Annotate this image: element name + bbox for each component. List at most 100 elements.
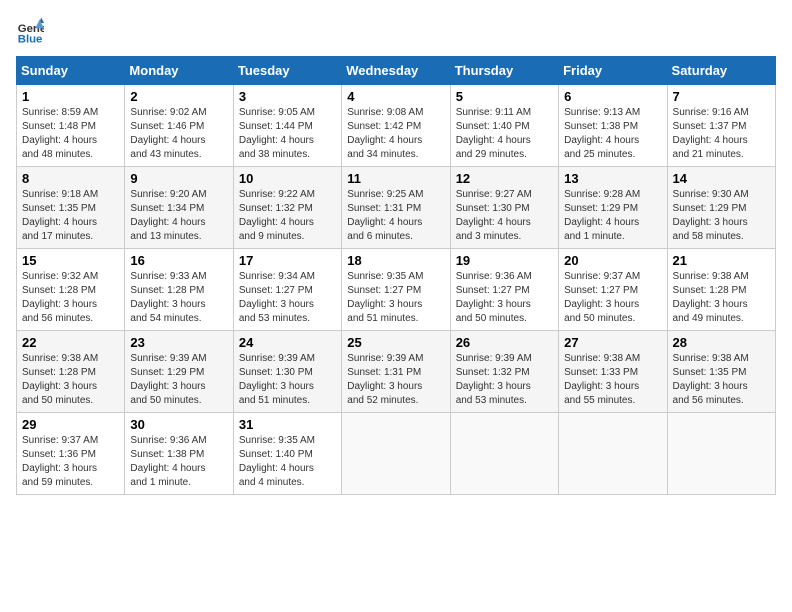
day-info: Sunrise: 9:35 AMSunset: 1:40 PMDaylight:… xyxy=(239,434,336,490)
day-of-week-header: Tuesday xyxy=(233,57,341,85)
day-number: 14 xyxy=(673,171,770,186)
calendar-body: 1Sunrise: 8:59 AMSunset: 1:48 PMDaylight… xyxy=(17,85,776,495)
day-info: Sunrise: 9:28 AMSunset: 1:29 PMDaylight:… xyxy=(564,188,661,244)
day-info: Sunrise: 9:39 AMSunset: 1:29 PMDaylight:… xyxy=(130,352,227,408)
day-info: Sunrise: 9:39 AMSunset: 1:31 PMDaylight:… xyxy=(347,352,444,408)
day-number: 21 xyxy=(673,253,770,268)
calendar-day-cell: 20 Sunrise: 9:37 AMSunset: 1:27 PMDayligh… xyxy=(559,249,667,331)
day-info: Sunrise: 9:38 AMSunset: 1:28 PMDaylight:… xyxy=(22,352,119,408)
day-number: 29 xyxy=(22,417,119,432)
calendar-day-cell: 10 Sunrise: 9:22 AMSunset: 1:32 PMDayligh… xyxy=(233,167,341,249)
day-of-week-header: Saturday xyxy=(667,57,775,85)
day-number: 22 xyxy=(22,335,119,350)
calendar-day-cell: 29 Sunrise: 9:37 AMSunset: 1:36 PMDayligh… xyxy=(17,413,125,495)
day-info: Sunrise: 9:36 AMSunset: 1:38 PMDaylight:… xyxy=(130,434,227,490)
calendar-day-cell: 9 Sunrise: 9:20 AMSunset: 1:34 PMDaylight… xyxy=(125,167,233,249)
day-number: 8 xyxy=(22,171,119,186)
day-info: Sunrise: 9:38 AMSunset: 1:33 PMDaylight:… xyxy=(564,352,661,408)
day-info: Sunrise: 9:08 AMSunset: 1:42 PMDaylight:… xyxy=(347,106,444,162)
day-of-week-header: Thursday xyxy=(450,57,558,85)
day-number: 10 xyxy=(239,171,336,186)
day-of-week-header: Wednesday xyxy=(342,57,450,85)
day-number: 6 xyxy=(564,89,661,104)
day-number: 25 xyxy=(347,335,444,350)
day-info: Sunrise: 9:05 AMSunset: 1:44 PMDaylight:… xyxy=(239,106,336,162)
calendar-day-cell: 31 Sunrise: 9:35 AMSunset: 1:40 PMDayligh… xyxy=(233,413,341,495)
day-info: Sunrise: 9:35 AMSunset: 1:27 PMDaylight:… xyxy=(347,270,444,326)
day-info: Sunrise: 9:37 AMSunset: 1:36 PMDaylight:… xyxy=(22,434,119,490)
day-info: Sunrise: 9:25 AMSunset: 1:31 PMDaylight:… xyxy=(347,188,444,244)
day-number: 11 xyxy=(347,171,444,186)
day-number: 24 xyxy=(239,335,336,350)
day-number: 15 xyxy=(22,253,119,268)
calendar-day-cell: 19Sunrise: 9:36 AMSunset: 1:27 PMDayligh… xyxy=(450,249,558,331)
calendar-day-cell: 11 Sunrise: 9:25 AMSunset: 1:31 PMDayligh… xyxy=(342,167,450,249)
calendar-day-cell: 4 Sunrise: 9:08 AMSunset: 1:42 PMDaylight… xyxy=(342,85,450,167)
calendar-day-cell xyxy=(559,413,667,495)
calendar-table: SundayMondayTuesdayWednesdayThursdayFrid… xyxy=(16,56,776,495)
day-number: 2 xyxy=(130,89,227,104)
day-number: 16 xyxy=(130,253,227,268)
day-of-week-header: Monday xyxy=(125,57,233,85)
calendar-day-cell: 14 Sunrise: 9:30 AMSunset: 1:29 PMDayligh… xyxy=(667,167,775,249)
day-number: 9 xyxy=(130,171,227,186)
calendar-day-cell: 1Sunrise: 8:59 AMSunset: 1:48 PMDaylight… xyxy=(17,85,125,167)
day-info: Sunrise: 9:13 AMSunset: 1:38 PMDaylight:… xyxy=(564,106,661,162)
day-info: Sunrise: 9:33 AMSunset: 1:28 PMDaylight:… xyxy=(130,270,227,326)
calendar-week-row: 15 Sunrise: 9:32 AMSunset: 1:28 PMDayligh… xyxy=(17,249,776,331)
calendar-week-row: 22 Sunrise: 9:38 AMSunset: 1:28 PMDayligh… xyxy=(17,331,776,413)
day-info: Sunrise: 9:11 AMSunset: 1:40 PMDaylight:… xyxy=(456,106,553,162)
calendar-day-cell: 21Sunrise: 9:38 AMSunset: 1:28 PMDayligh… xyxy=(667,249,775,331)
calendar-day-cell: 15 Sunrise: 9:32 AMSunset: 1:28 PMDayligh… xyxy=(17,249,125,331)
day-number: 18 xyxy=(347,253,444,268)
calendar-day-cell: 2Sunrise: 9:02 AMSunset: 1:46 PMDaylight… xyxy=(125,85,233,167)
svg-text:Blue: Blue xyxy=(18,33,43,44)
calendar-day-cell: 16 Sunrise: 9:33 AMSunset: 1:28 PMDayligh… xyxy=(125,249,233,331)
day-info: Sunrise: 9:20 AMSunset: 1:34 PMDaylight:… xyxy=(130,188,227,244)
calendar-day-cell: 28 Sunrise: 9:38 AMSunset: 1:35 PMDayligh… xyxy=(667,331,775,413)
calendar-day-cell xyxy=(342,413,450,495)
day-number: 23 xyxy=(130,335,227,350)
day-info: Sunrise: 9:32 AMSunset: 1:28 PMDaylight:… xyxy=(22,270,119,326)
day-number: 31 xyxy=(239,417,336,432)
calendar-day-cell: 22 Sunrise: 9:38 AMSunset: 1:28 PMDayligh… xyxy=(17,331,125,413)
page-header: General Blue xyxy=(16,16,776,44)
day-info: Sunrise: 9:37 AMSunset: 1:27 PMDaylight:… xyxy=(564,270,661,326)
day-number: 20 xyxy=(564,253,661,268)
day-info: Sunrise: 9:34 AMSunset: 1:27 PMDaylight:… xyxy=(239,270,336,326)
calendar-day-cell: 3Sunrise: 9:05 AMSunset: 1:44 PMDaylight… xyxy=(233,85,341,167)
calendar-week-row: 1Sunrise: 8:59 AMSunset: 1:48 PMDaylight… xyxy=(17,85,776,167)
day-of-week-header: Sunday xyxy=(17,57,125,85)
calendar-day-cell: 17Sunrise: 9:34 AMSunset: 1:27 PMDayligh… xyxy=(233,249,341,331)
day-of-week-header: Friday xyxy=(559,57,667,85)
day-number: 13 xyxy=(564,171,661,186)
day-number: 5 xyxy=(456,89,553,104)
day-number: 12 xyxy=(456,171,553,186)
day-info: Sunrise: 8:59 AMSunset: 1:48 PMDaylight:… xyxy=(22,106,119,162)
day-number: 26 xyxy=(456,335,553,350)
day-info: Sunrise: 9:27 AMSunset: 1:30 PMDaylight:… xyxy=(456,188,553,244)
calendar-header-row: SundayMondayTuesdayWednesdayThursdayFrid… xyxy=(17,57,776,85)
calendar-day-cell xyxy=(450,413,558,495)
calendar-day-cell: 12 Sunrise: 9:27 AMSunset: 1:30 PMDayligh… xyxy=(450,167,558,249)
day-info: Sunrise: 9:36 AMSunset: 1:27 PMDaylight:… xyxy=(456,270,553,326)
calendar-day-cell: 6 Sunrise: 9:13 AMSunset: 1:38 PMDaylight… xyxy=(559,85,667,167)
calendar-day-cell: 23 Sunrise: 9:39 AMSunset: 1:29 PMDayligh… xyxy=(125,331,233,413)
day-number: 4 xyxy=(347,89,444,104)
day-info: Sunrise: 9:22 AMSunset: 1:32 PMDaylight:… xyxy=(239,188,336,244)
calendar-day-cell: 25 Sunrise: 9:39 AMSunset: 1:31 PMDayligh… xyxy=(342,331,450,413)
day-number: 7 xyxy=(673,89,770,104)
day-number: 28 xyxy=(673,335,770,350)
calendar-day-cell: 27Sunrise: 9:38 AMSunset: 1:33 PMDayligh… xyxy=(559,331,667,413)
calendar-day-cell: 18 Sunrise: 9:35 AMSunset: 1:27 PMDayligh… xyxy=(342,249,450,331)
calendar-week-row: 29 Sunrise: 9:37 AMSunset: 1:36 PMDayligh… xyxy=(17,413,776,495)
calendar-day-cell xyxy=(667,413,775,495)
calendar-day-cell: 24Sunrise: 9:39 AMSunset: 1:30 PMDayligh… xyxy=(233,331,341,413)
day-info: Sunrise: 9:38 AMSunset: 1:35 PMDaylight:… xyxy=(673,352,770,408)
day-info: Sunrise: 9:18 AMSunset: 1:35 PMDaylight:… xyxy=(22,188,119,244)
day-info: Sunrise: 9:39 AMSunset: 1:32 PMDaylight:… xyxy=(456,352,553,408)
logo: General Blue xyxy=(16,16,48,44)
day-info: Sunrise: 9:30 AMSunset: 1:29 PMDaylight:… xyxy=(673,188,770,244)
logo-icon: General Blue xyxy=(16,16,44,44)
calendar-day-cell: 7Sunrise: 9:16 AMSunset: 1:37 PMDaylight… xyxy=(667,85,775,167)
